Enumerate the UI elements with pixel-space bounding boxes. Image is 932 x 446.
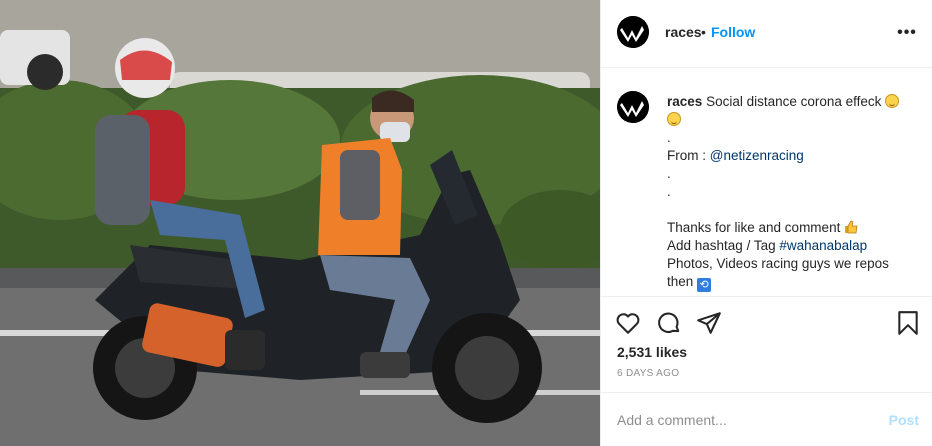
comment-input[interactable] (617, 410, 867, 430)
heart-icon[interactable] (615, 310, 641, 336)
caption-line-hashtag: Add hashtag / Tag #wahanabalap (667, 237, 917, 255)
comment-icon[interactable] (656, 310, 682, 336)
caption-line-from: From : @netizenracing (667, 147, 917, 165)
separator-dot: • (701, 24, 706, 40)
grimace-emoji-icon (667, 112, 681, 126)
caption-text-line: Add hashtag / Tag (667, 238, 776, 253)
follow-button[interactable]: Follow (711, 24, 755, 40)
post-timestamp[interactable]: 6 DAYS AGO (617, 368, 679, 379)
caption-line-thanks: Thanks for like and comment (667, 219, 917, 237)
more-horizontal-icon[interactable]: ••• (895, 22, 919, 44)
caption-line-emoji (667, 111, 917, 129)
avatar[interactable] (617, 16, 649, 48)
post-button[interactable]: Post (889, 412, 919, 428)
thumbs-up-emoji-icon (845, 220, 858, 234)
post-header: races • Follow ••• (601, 0, 932, 68)
caption-area: races Social distance corona effeck . Fr… (601, 69, 932, 297)
caption-line-1: races Social distance corona effeck (667, 93, 917, 111)
repeat-emoji-icon: ⟲ (697, 278, 712, 292)
bookmark-icon[interactable] (895, 310, 921, 336)
caption-avatar[interactable] (617, 91, 649, 123)
post-actions (601, 298, 932, 346)
caption-username[interactable]: races (667, 94, 702, 109)
races-logo-icon (617, 16, 649, 48)
caption-text: races Social distance corona effeck . Fr… (667, 93, 917, 292)
caption-text-line: then (667, 274, 694, 289)
post-photo[interactable] (0, 0, 600, 446)
scooter-riders-photo (0, 0, 600, 446)
hashtag-link[interactable]: #wahanabalap (779, 238, 867, 253)
caption-line-then: then ⟲ (667, 273, 917, 292)
mention-link[interactable]: @netizenracing (710, 148, 804, 163)
header-username[interactable]: races (665, 24, 702, 40)
caption-from-label: From : (667, 148, 706, 163)
caption-text-line: Social distance corona effeck (706, 94, 882, 109)
grimace-emoji-icon (885, 94, 900, 108)
caption-text-line: Thanks for like and comment (667, 220, 841, 235)
comment-bar: Post (601, 392, 932, 446)
caption-text-line: . (667, 184, 671, 199)
races-logo-icon (617, 91, 649, 123)
caption-text-line: Photos, Videos racing guys we repos (667, 256, 889, 271)
like-count[interactable]: 2,531 likes (617, 344, 687, 360)
post-side-panel: races • Follow ••• races Social distance… (600, 0, 932, 446)
paper-plane-icon[interactable] (696, 310, 722, 336)
caption-text-line: . (667, 130, 671, 145)
caption-text-line: . (667, 166, 671, 181)
